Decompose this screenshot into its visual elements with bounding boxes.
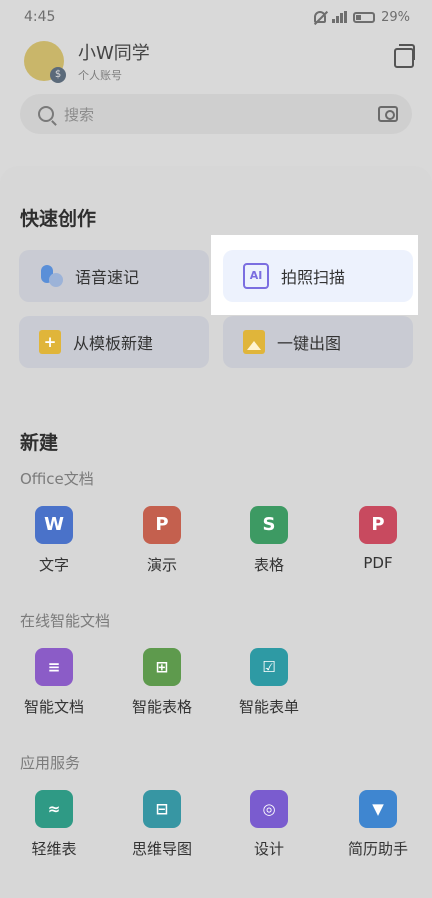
writer-label: 文字	[38, 556, 69, 574]
from-template-label: 从模板新建	[73, 334, 154, 353]
account-type: 个人账号	[78, 69, 122, 82]
spreadsheet-icon: S	[250, 506, 288, 544]
switch-account-icon[interactable]	[394, 44, 415, 68]
one-click-image-label: 一键出图	[277, 334, 342, 353]
account-header[interactable]: 小W同学 个人账号	[24, 40, 415, 83]
microphone-icon	[39, 263, 63, 289]
new-light-table-button[interactable]: ≈ 轻维表	[14, 790, 94, 859]
new-title: 新建	[20, 432, 59, 454]
new-presentation-button[interactable]: P 演示	[122, 506, 202, 575]
new-pdf-button[interactable]: P PDF	[338, 506, 418, 572]
pdf-label: PDF	[363, 554, 393, 572]
status-time: 4:45	[24, 9, 56, 25]
smart-doc-icon: ≡	[35, 648, 73, 686]
account-name: 小W同学	[78, 43, 150, 64]
search-input[interactable]: 搜索	[64, 104, 378, 125]
status-bar: 4:45 29%	[0, 0, 432, 34]
new-resume-button[interactable]: ▼ 简历助手	[338, 790, 418, 859]
smart-form-icon: ☑	[250, 648, 288, 686]
new-mindmap-button[interactable]: ⊟ 思维导图	[122, 790, 202, 859]
search-icon	[38, 106, 54, 122]
battery-icon	[353, 11, 376, 23]
presentation-label: 演示	[146, 556, 177, 574]
spreadsheet-label: 表格	[253, 556, 284, 574]
pdf-icon: P	[359, 506, 397, 544]
voice-note-button[interactable]: 语音速记	[19, 250, 209, 302]
signal-icon	[332, 11, 348, 23]
resume-label: 简历助手	[347, 840, 408, 858]
office-docs-title: Office文档	[20, 470, 94, 488]
design-label: 设计	[253, 840, 284, 858]
new-design-button[interactable]: ◎ 设计	[229, 790, 309, 859]
new-smart-sheet-button[interactable]: ⊞ 智能表格	[122, 648, 202, 717]
one-click-image-button[interactable]: 一键出图	[223, 316, 413, 368]
new-spreadsheet-button[interactable]: S 表格	[229, 506, 309, 575]
mute-bell-icon	[314, 11, 327, 23]
presentation-icon: P	[143, 506, 181, 544]
voice-note-label: 语音速记	[75, 268, 140, 287]
battery-level: 29%	[381, 9, 410, 25]
ai-scan-icon: AI	[243, 263, 269, 289]
smart-doc-label: 智能文档	[23, 698, 84, 716]
search-bar[interactable]: 搜索	[20, 94, 412, 134]
resume-icon: ▼	[359, 790, 397, 828]
smart-form-label: 智能表单	[238, 698, 299, 716]
new-smart-form-button[interactable]: ☑ 智能表单	[229, 648, 309, 717]
photo-scan-button[interactable]: AI 拍照扫描	[223, 250, 413, 302]
mindmap-icon: ⊟	[143, 790, 181, 828]
mindmap-label: 思维导图	[131, 840, 192, 858]
quick-create-title: 快速创作	[20, 208, 97, 230]
smart-sheet-label: 智能表格	[131, 698, 192, 716]
design-icon: ◎	[250, 790, 288, 828]
from-template-button[interactable]: + 从模板新建	[19, 316, 209, 368]
camera-icon[interactable]	[378, 106, 398, 122]
light-table-label: 轻维表	[31, 840, 77, 858]
writer-icon: W	[35, 506, 73, 544]
image-icon	[243, 330, 265, 354]
status-icons: 29%	[314, 10, 410, 25]
app-services-title: 应用服务	[20, 754, 81, 772]
smart-docs-title: 在线智能文档	[20, 612, 111, 630]
new-smart-doc-button[interactable]: ≡ 智能文档	[14, 648, 94, 717]
smart-sheet-icon: ⊞	[143, 648, 181, 686]
template-icon: +	[39, 330, 61, 354]
light-table-icon: ≈	[35, 790, 73, 828]
avatar[interactable]	[24, 41, 66, 83]
create-sheet: 快速创作 语音速记 AI 拍照扫描 + 从模板新建 一键出图 新建 Office…	[0, 166, 432, 898]
photo-scan-label: 拍照扫描	[281, 268, 346, 287]
new-writer-button[interactable]: W 文字	[14, 506, 94, 575]
